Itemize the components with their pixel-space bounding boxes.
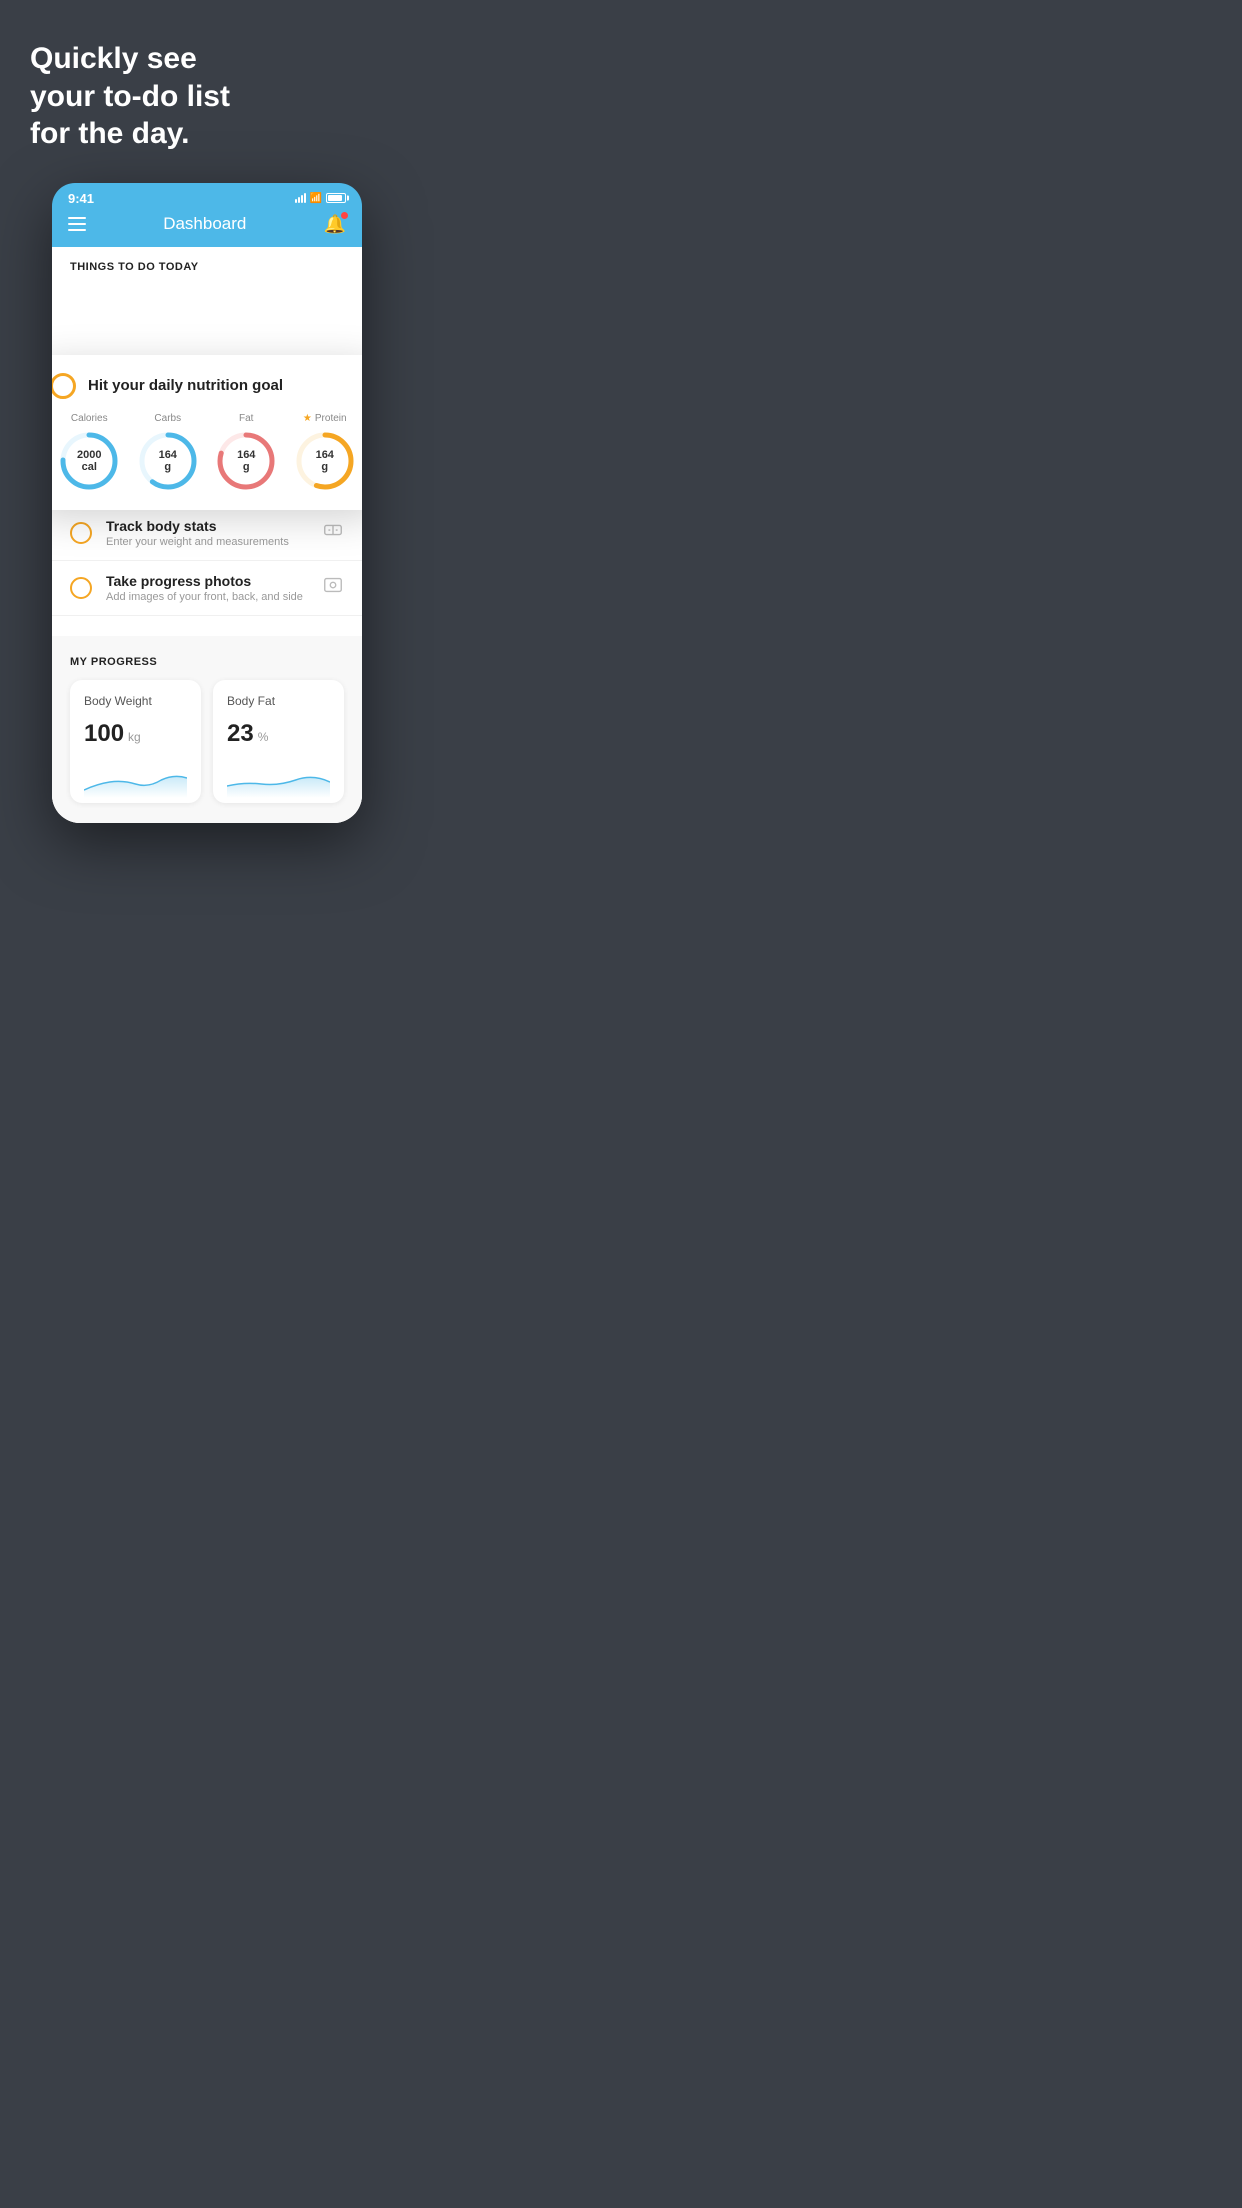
fat-value: 164g [237, 448, 255, 472]
calories-ring: 2000cal [58, 430, 120, 492]
body-weight-num: 100 [84, 720, 124, 748]
body-fat-value: 23 % [227, 720, 330, 748]
hero-title: Quickly see your to-do list for the day. [30, 40, 384, 153]
carbs-value: 164g [159, 448, 177, 472]
calories-value: 2000cal [77, 448, 101, 472]
battery-icon [326, 193, 346, 203]
body-fat-num: 23 [227, 720, 254, 748]
body-weight-value: 100 kg [84, 720, 187, 748]
progress-cards: Body Weight 100 kg [70, 680, 344, 823]
body-fat-chart [227, 762, 330, 798]
progress-photos-check-circle [70, 577, 92, 599]
body-stats-text: Track body stats Enter your weight and m… [106, 518, 308, 548]
progress-photos-subtitle: Add images of your front, back, and side [106, 591, 308, 603]
body-stats-subtitle: Enter your weight and measurements [106, 536, 308, 548]
status-icons: 📶 [295, 193, 346, 204]
nutrition-calories: Calories 2000cal [58, 413, 120, 492]
fat-ring: 164g [215, 430, 277, 492]
phone-content: THINGS TO DO TODAY Hit your daily nutrit… [52, 247, 362, 823]
body-weight-title: Body Weight [84, 694, 187, 708]
nutrition-carbs: Carbs 164g [137, 413, 199, 492]
signal-icon [295, 193, 306, 203]
status-bar: 9:41 📶 [52, 183, 362, 206]
things-to-do-header: THINGS TO DO TODAY [52, 247, 362, 281]
hero-section: Quickly see your to-do list for the day. [0, 40, 414, 153]
protein-label-row: ★ Protein [303, 413, 347, 424]
wifi-icon: 📶 [310, 193, 322, 204]
my-progress-section: MY PROGRESS Body Weight 100 kg [52, 636, 362, 823]
progress-photos-text: Take progress photos Add images of your … [106, 573, 308, 603]
body-weight-chart [84, 762, 187, 798]
todo-progress-photos[interactable]: Take progress photos Add images of your … [52, 561, 362, 616]
nutrition-check-circle [52, 373, 76, 399]
nutrition-card-header: Hit your daily nutrition goal [52, 373, 362, 399]
carbs-ring: 164g [137, 430, 199, 492]
nutrition-card-title: Hit your daily nutrition goal [88, 377, 283, 394]
carbs-label: Carbs [154, 413, 181, 424]
notification-dot [341, 212, 348, 219]
todo-body-stats[interactable]: Track body stats Enter your weight and m… [52, 506, 362, 561]
body-stats-title: Track body stats [106, 518, 308, 534]
menu-button[interactable] [68, 217, 86, 231]
progress-photos-title: Take progress photos [106, 573, 308, 589]
body-stats-icon [322, 519, 344, 546]
calories-label: Calories [71, 413, 108, 424]
body-stats-check-circle [70, 522, 92, 544]
protein-value: 164g [316, 448, 334, 472]
nutrition-protein: ★ Protein 164g [294, 413, 356, 492]
protein-ring: 164g [294, 430, 356, 492]
star-icon: ★ [303, 413, 312, 424]
body-fat-title: Body Fat [227, 694, 330, 708]
body-fat-unit: % [258, 730, 269, 744]
nutrition-card: Hit your daily nutrition goal Calories 2… [52, 355, 362, 510]
my-progress-title: MY PROGRESS [70, 656, 344, 668]
body-weight-card: Body Weight 100 kg [70, 680, 201, 803]
protein-label: Protein [315, 413, 347, 424]
app-bar: Dashboard 🔔 [52, 206, 362, 247]
status-time: 9:41 [68, 191, 94, 206]
progress-photos-icon [322, 574, 344, 601]
phone-frame: 9:41 📶 Dashboard 🔔 THINGS TO DO TODAY [52, 183, 362, 823]
nutrition-row: Calories 2000cal Carbs [52, 413, 362, 492]
notification-bell-icon[interactable]: 🔔 [324, 214, 346, 235]
nutrition-fat: Fat 164g [215, 413, 277, 492]
fat-label: Fat [239, 413, 253, 424]
app-title: Dashboard [163, 214, 246, 234]
body-fat-card: Body Fat 23 % [213, 680, 344, 803]
body-weight-unit: kg [128, 730, 141, 744]
